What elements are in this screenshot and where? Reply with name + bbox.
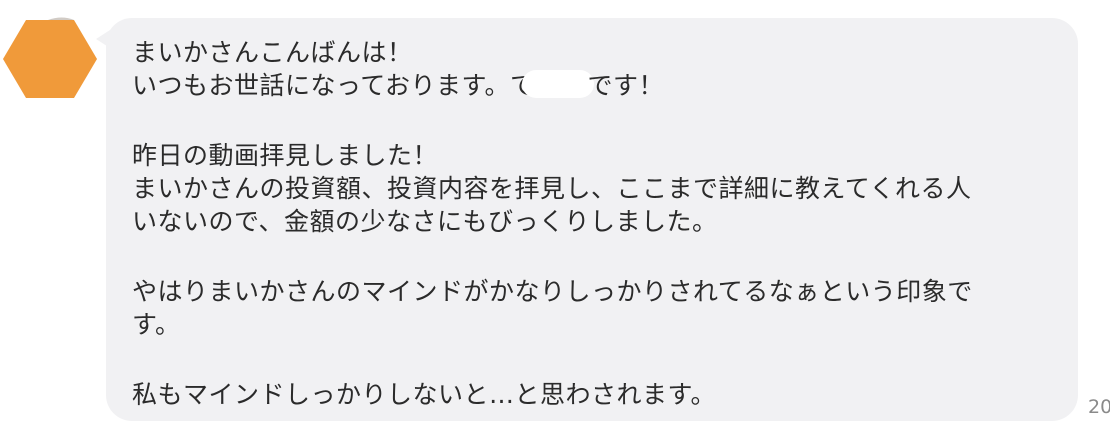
message-text: です！ [587, 71, 665, 100]
message-line: いないので、金額の少なさにもびっくりしました。 [132, 207, 718, 236]
message-timestamp: 20 [1088, 396, 1110, 418]
message-line: す。 [132, 310, 181, 339]
redaction-mark [521, 70, 594, 98]
message-line: やはりまいかさんのマインドがかなりしっかりされてるなぁという印象で [132, 277, 973, 306]
message-text: いつもお世話になっております。 [132, 71, 511, 100]
message-line: まいかさんの投資額、投資内容を拝見し、ここまで詳細に教えてくれる人 [132, 174, 972, 203]
hexagon-avatar-icon [3, 17, 97, 98]
message-bubble[interactable]: まいかさんこんばんは！ いつもお世話になっております。てです！ 昨日の動画拝見し… [106, 18, 1078, 421]
message-line: 昨日の動画拝見しました！ [132, 141, 439, 170]
message-line: まいかさんこんばんは！ [132, 38, 413, 67]
message-line: 私もマインドしっかりしないと…と思わされます。 [132, 380, 717, 409]
message-line: いつもお世話になっております。てです！ [132, 69, 1054, 102]
sender-avatar[interactable] [0, 14, 100, 104]
chat-screen: まいかさんこんばんは！ いつもお世話になっております。てです！ 昨日の動画拝見し… [0, 0, 1110, 430]
